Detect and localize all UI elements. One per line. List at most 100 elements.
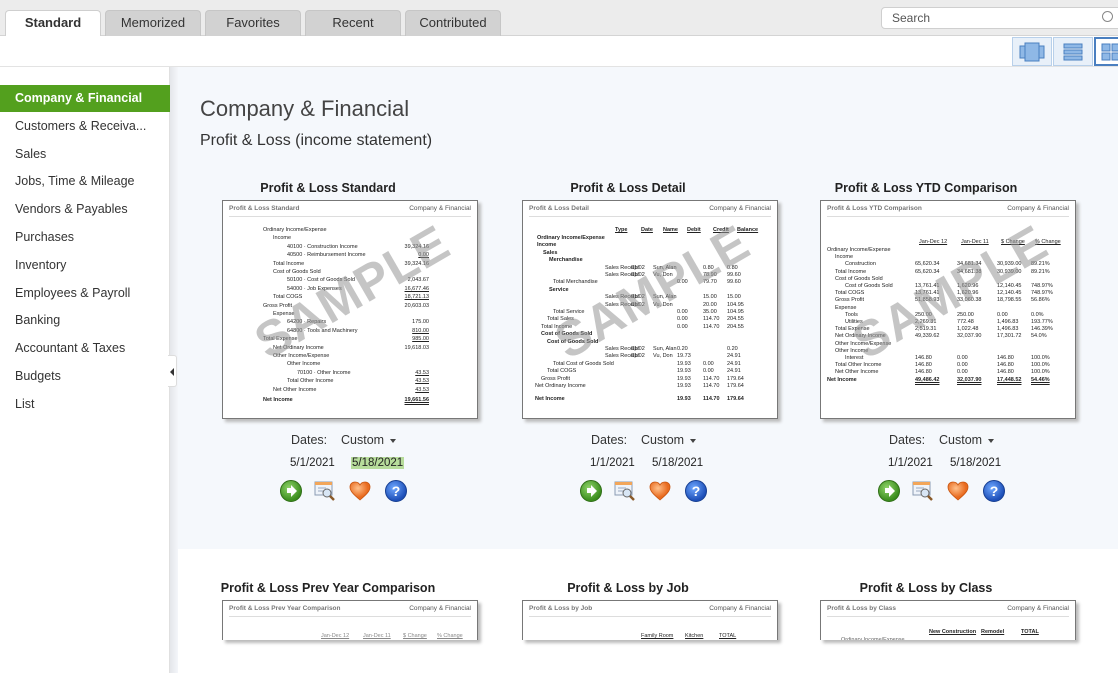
dates-preset-dropdown[interactable]: Custom: [341, 433, 397, 447]
sidebar-item-customers-receivables[interactable]: Customers & Receiva...: [0, 113, 170, 140]
thumbnail-header: Profit & Loss Detail Company & Financial: [529, 205, 771, 217]
sidebar-item-budgets[interactable]: Budgets: [0, 363, 170, 390]
report-cell: 56.86%: [1031, 297, 1050, 304]
report-cell: 01/02: [631, 346, 645, 352]
help-icon[interactable]: ?: [983, 480, 1005, 502]
report-cell: 20.00: [703, 301, 717, 308]
report-row-label: 64800 · Tools and Machinery: [287, 327, 358, 334]
tab-memorized[interactable]: Memorized: [105, 10, 201, 36]
date-from-field[interactable]: 5/1/2021: [289, 457, 336, 469]
report-thumbnail[interactable]: Profit & Loss Prev Year Comparison Compan…: [222, 600, 478, 640]
report-row-value: 16,677.46: [404, 285, 429, 292]
sidebar-item-accountant-taxes[interactable]: Accountant & Taxes: [0, 335, 170, 362]
report-cell: 15.00: [727, 294, 741, 301]
date-to-field[interactable]: 5/18/2021: [949, 457, 1002, 469]
run-report-icon[interactable]: [878, 480, 900, 502]
dates-label: Dates:: [291, 433, 328, 447]
top-tab-bar: Standard Memorized Favorites Recent Cont…: [0, 0, 1118, 37]
report-thumbnail[interactable]: Profit & Loss YTD Comparison Company & Fi…: [820, 200, 1076, 419]
sidebar-item-purchases[interactable]: Purchases: [0, 224, 170, 251]
report-thumbnail[interactable]: Profit & Loss Detail Company & Financial T…: [522, 200, 778, 419]
report-thumbnail[interactable]: Profit & Loss Standard Company & Financia…: [222, 200, 478, 419]
report-cell: 24.91: [727, 360, 741, 367]
chevron-down-icon: [690, 438, 697, 443]
tab-recent[interactable]: Recent: [305, 10, 401, 36]
date-from-field[interactable]: 1/1/2021: [887, 457, 934, 469]
collapse-sidebar-handle[interactable]: [168, 355, 177, 387]
help-icon[interactable]: ?: [685, 480, 707, 502]
sidebar-item-inventory[interactable]: Inventory: [0, 252, 170, 279]
report-column-header: TOTAL: [1021, 629, 1039, 635]
dates-preset-dropdown[interactable]: Custom: [641, 433, 697, 447]
report-cell: 0.00: [677, 323, 688, 330]
report-column-header: % Change: [437, 633, 463, 639]
report-row-label: Gross Profit: [541, 375, 571, 382]
report-row-value: 175.00: [412, 319, 429, 326]
sidebar-item-jobs-time-mileage[interactable]: Jobs, Time & Mileage: [0, 168, 170, 195]
tab-favorites[interactable]: Favorites: [205, 10, 301, 36]
report-row-label: Expense: [273, 311, 295, 317]
thumbnail-header: Profit & Loss YTD Comparison Company & Fi…: [827, 205, 1069, 217]
report-row-value: 39,324.16: [404, 260, 429, 267]
sidebar-item-sales[interactable]: Sales: [0, 141, 170, 168]
report-cell: 18,798.55: [997, 297, 1022, 304]
report-column-header: Debit: [687, 227, 701, 233]
tab-contributed[interactable]: Contributed: [405, 10, 501, 36]
report-row-label: Sales: [543, 249, 558, 256]
date-from-field[interactable]: 1/1/2021: [589, 457, 636, 469]
grid-view-button[interactable]: [1094, 37, 1118, 66]
report-cell: 54.0%: [1031, 333, 1047, 340]
carousel-view-button[interactable]: [1012, 37, 1052, 66]
dates-label: Dates:: [591, 433, 628, 447]
report-column-header: $ Change: [1001, 239, 1025, 245]
sidebar-item-banking[interactable]: Banking: [0, 307, 170, 334]
sidebar-item-list[interactable]: List: [0, 391, 170, 418]
sidebar-item-employees-payroll[interactable]: Employees & Payroll: [0, 280, 170, 307]
report-thumbnail[interactable]: Profit & Loss by Class Company & Financia…: [820, 600, 1076, 640]
report-row-value: 20,603.03: [404, 302, 429, 309]
date-to-field[interactable]: 5/18/2021: [351, 457, 405, 469]
tab-standard[interactable]: Standard: [5, 10, 101, 37]
run-report-icon[interactable]: [280, 480, 302, 502]
favorite-heart-icon[interactable]: [349, 481, 371, 501]
thumbnail-category: Company & Financial: [1007, 605, 1069, 612]
report-title[interactable]: Profit & Loss Detail: [478, 181, 778, 195]
report-title[interactable]: Profit & Loss by Job: [478, 581, 778, 595]
section-title: Profit & Loss (income statement): [200, 132, 433, 149]
search-icon[interactable]: [1102, 11, 1113, 22]
report-title[interactable]: Profit & Loss Standard: [178, 181, 478, 195]
preview-report-icon[interactable]: [912, 480, 934, 502]
sidebar-item-company-financial[interactable]: Company & Financial: [0, 85, 170, 112]
dates-preset-dropdown[interactable]: Custom: [939, 433, 995, 447]
report-row-label: Net Other Income: [273, 386, 317, 393]
report-column-header: Remodel: [981, 629, 1005, 635]
report-cell: Sun, Alan: [653, 346, 677, 352]
report-row-label: Cost of Goods Sold: [541, 331, 593, 338]
report-cell: 17,448.52: [997, 376, 1022, 383]
report-thumbnail[interactable]: Profit & Loss by Job Company & Financial F…: [522, 600, 778, 640]
date-to-field[interactable]: 5/18/2021: [651, 457, 704, 469]
report-title[interactable]: Profit & Loss by Class: [776, 581, 1076, 595]
preview-report-icon[interactable]: [314, 480, 336, 502]
list-view-button[interactable]: [1053, 37, 1093, 66]
report-cell: 01/02: [631, 301, 645, 308]
help-icon[interactable]: ?: [385, 480, 407, 502]
report-column-header: New Construction: [929, 629, 977, 635]
search-placeholder: Search: [892, 11, 931, 25]
favorite-heart-icon[interactable]: [649, 481, 671, 501]
thumbnail-report-name: Profit & Loss Prev Year Comparison: [229, 605, 341, 612]
report-row-label: 64200 · Repairs: [287, 319, 327, 326]
search-input[interactable]: Search: [881, 7, 1118, 29]
report-title[interactable]: Profit & Loss Prev Year Comparison: [178, 581, 478, 595]
preview-report-icon[interactable]: [614, 480, 636, 502]
favorite-heart-icon[interactable]: [947, 481, 969, 501]
report-cell: Vu, Don: [653, 353, 673, 360]
sidebar-item-vendors-payables[interactable]: Vendors & Payables: [0, 196, 170, 223]
report-title[interactable]: Profit & Loss YTD Comparison: [776, 181, 1076, 195]
run-report-icon[interactable]: [580, 480, 602, 502]
report-column-header: Date: [641, 227, 653, 233]
report-column-header: Kitchen: [685, 633, 704, 639]
report-cell: 78.90: [703, 272, 717, 278]
report-row-value: 19,661.56: [404, 397, 429, 403]
report-cell: 01/02: [631, 272, 645, 278]
